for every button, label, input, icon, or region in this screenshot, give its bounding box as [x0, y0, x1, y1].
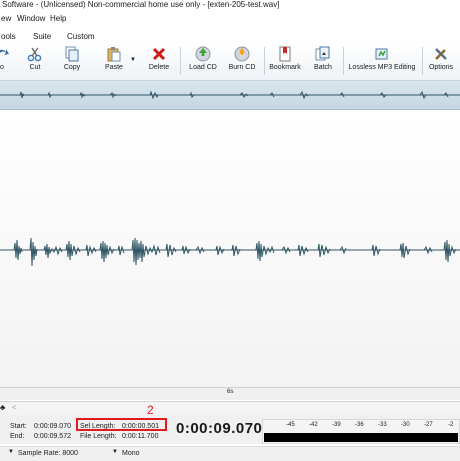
redo-button[interactable]: o	[0, 45, 10, 77]
file-length-label: File Length:	[80, 433, 117, 440]
meter-tick: -36	[355, 422, 364, 428]
bookmark-button[interactable]: Bookmark	[267, 45, 303, 77]
tab-custom[interactable]: Custom	[67, 31, 95, 43]
window-title: Software - (Unlicensed) Non-commercial h…	[0, 0, 460, 11]
menu-item-view[interactable]: ew	[1, 13, 11, 25]
menu-item-help[interactable]: Help	[50, 13, 66, 25]
bookmark-icon	[279, 46, 291, 62]
burn-cd-icon	[234, 46, 250, 62]
toolbar-separator	[264, 47, 265, 75]
menu-bar: ew Window Help	[0, 13, 460, 25]
end-label: End:	[10, 433, 25, 440]
scissors-icon	[27, 47, 42, 62]
burn-cd-button[interactable]: Burn CD	[225, 45, 259, 77]
time-ruler[interactable]: 6s	[0, 387, 460, 400]
paste-icon	[107, 47, 121, 62]
tab-tools[interactable]: ools	[1, 31, 16, 43]
toolbar-separator	[422, 47, 423, 75]
end-value: 0:00:09.572	[34, 433, 71, 440]
lossless-mp3-icon	[375, 48, 388, 60]
start-label: Start:	[10, 423, 27, 430]
overview-waveform-graphic	[0, 90, 460, 100]
channels-dropdown-icon[interactable]: ▼	[112, 449, 118, 455]
cut-button[interactable]: Cut	[24, 45, 46, 77]
paste-dropdown-arrow-icon[interactable]: ▼	[130, 57, 136, 63]
sample-rate-text: Sample Rate: 8000	[18, 450, 78, 457]
meter-tick: -30	[401, 422, 410, 428]
delete-button[interactable]: Delete	[146, 45, 172, 77]
current-time-display: 0:00:09.070	[176, 420, 263, 437]
overview-waveform[interactable]	[0, 81, 460, 110]
toolbar: o Cut Copy Paste ▼ Delete Load CD Burn C…	[0, 43, 460, 81]
horizontal-scrollbar[interactable]: ♣ <	[0, 401, 460, 416]
sample-rate-dropdown-icon[interactable]: ▼	[8, 449, 14, 455]
scroll-left-arrow-icon[interactable]: <	[12, 403, 17, 412]
meter-tick: -45	[286, 422, 295, 428]
zoom-icon[interactable]: ♣	[0, 403, 5, 412]
ribbon-tabs: ools Suite Custom	[0, 31, 460, 43]
delete-x-icon	[152, 47, 166, 61]
batch-button[interactable]: Batch	[309, 45, 337, 77]
status-bar: ▼ Sample Rate: 8000 ▼ Mono	[0, 446, 460, 461]
copy-button[interactable]: Copy	[60, 45, 84, 77]
lossless-mp3-editing-button[interactable]: Lossless MP3 Editing	[348, 45, 416, 77]
toolbar-separator	[343, 47, 344, 75]
main-waveform-view[interactable]	[0, 110, 460, 400]
tab-suite[interactable]: Suite	[33, 31, 51, 43]
start-value: 0:00:09.070	[34, 423, 71, 430]
ruler-tick-label: 6s	[227, 389, 234, 395]
level-meter: -45 -42 -39 -36 -33 -30 -27 -2	[261, 418, 460, 445]
options-button[interactable]: Options	[426, 45, 456, 77]
meter-tick: -2	[448, 422, 454, 428]
redo-icon	[0, 49, 9, 55]
meter-tick: -33	[378, 422, 387, 428]
load-cd-button[interactable]: Load CD	[186, 45, 220, 77]
batch-icon	[315, 46, 330, 61]
options-tools-icon	[435, 48, 447, 60]
meter-tick: -27	[424, 422, 433, 428]
channels-text: Mono	[122, 450, 140, 457]
file-length-value: 0:00:11.700	[122, 433, 159, 440]
highlight-box	[76, 418, 167, 431]
load-cd-icon	[195, 46, 211, 62]
menu-item-window[interactable]: Window	[17, 13, 45, 25]
toolbar-separator	[180, 47, 181, 75]
meter-tick: -39	[332, 422, 341, 428]
paste-button[interactable]: Paste	[99, 45, 129, 77]
meter-tick: -42	[309, 422, 318, 428]
waveform-graphic	[0, 237, 460, 267]
copy-icon	[65, 46, 79, 62]
